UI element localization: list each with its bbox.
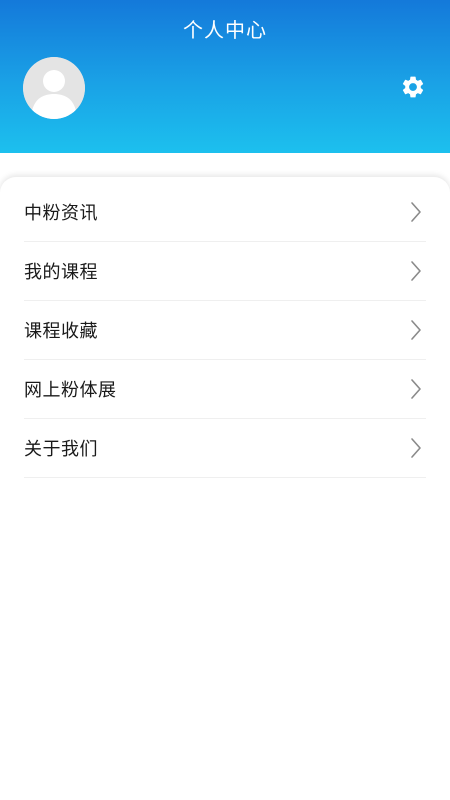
settings-button[interactable] (398, 72, 428, 102)
chevron-right-icon (411, 261, 421, 281)
user-avatar-icon (23, 57, 85, 119)
profile-header: 个人中心 (0, 0, 450, 153)
chevron-right-icon (411, 438, 421, 458)
menu-item-news[interactable]: 中粉资讯 (24, 183, 426, 242)
gear-icon (402, 76, 424, 98)
menu-item-label: 中粉资讯 (24, 203, 98, 224)
chevron-right-icon (411, 320, 421, 340)
menu-item-label: 关于我们 (24, 439, 98, 460)
menu-item-online-expo[interactable]: 网上粉体展 (24, 360, 426, 419)
menu-item-label: 我的课程 (24, 262, 98, 283)
page-title: 个人中心 (183, 18, 267, 42)
menu-item-label: 网上粉体展 (24, 380, 117, 401)
chevron-right-icon (411, 202, 421, 222)
menu-item-my-courses[interactable]: 我的课程 (24, 242, 426, 301)
menu-list: 中粉资讯 我的课程 课程收藏 网上粉体展 关于我们 (24, 183, 426, 478)
menu-item-course-favorites[interactable]: 课程收藏 (24, 301, 426, 360)
avatar[interactable] (23, 57, 85, 119)
chevron-right-icon (411, 379, 421, 399)
menu-card: 中粉资讯 我的课程 课程收藏 网上粉体展 关于我们 (0, 177, 450, 800)
menu-item-label: 课程收藏 (24, 321, 98, 342)
menu-item-about-us[interactable]: 关于我们 (24, 419, 426, 478)
